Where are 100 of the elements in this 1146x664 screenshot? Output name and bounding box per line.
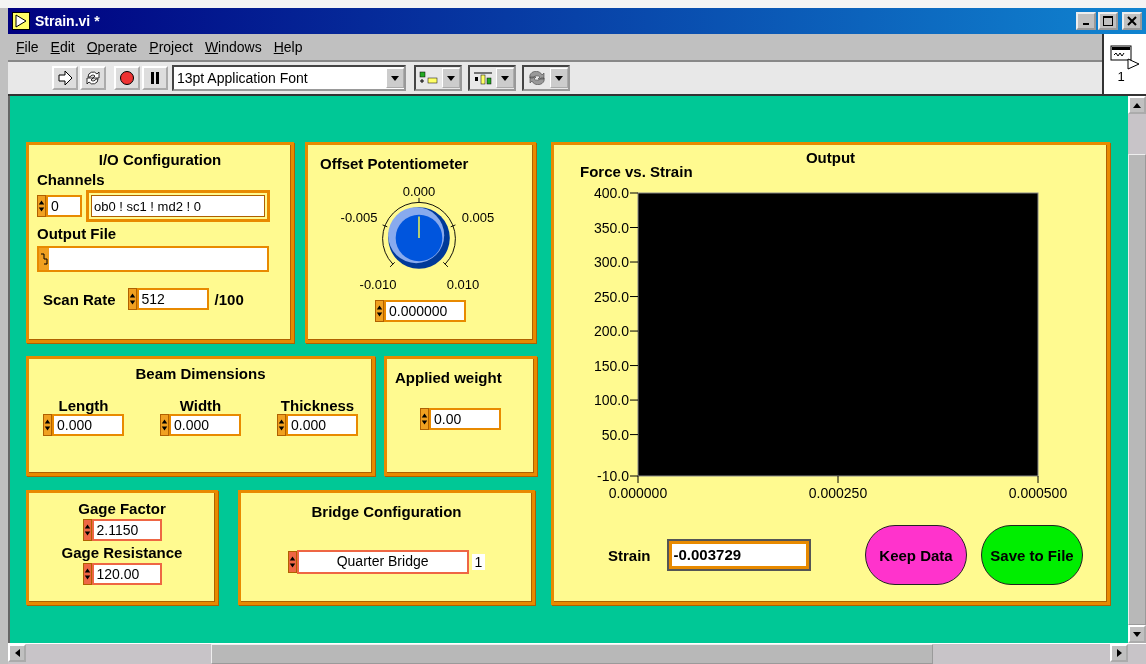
font-dropdown[interactable]: 13pt Application Font	[172, 65, 406, 91]
increment-arrows[interactable]	[82, 519, 92, 541]
field-label: Gage Factor	[78, 500, 166, 517]
strain-indicator: -0.003729	[666, 539, 811, 571]
numeric-field[interactable]: 120.00	[91, 563, 162, 585]
tick-label: 100.0	[593, 392, 629, 409]
menu-item[interactable]: Windows	[204, 39, 262, 55]
scale-label: 0.010	[446, 277, 480, 292]
numeric-field[interactable]: 0.000000	[384, 300, 466, 322]
tick-label: 0.000500	[1008, 485, 1068, 501]
menu-item[interactable]: Operate	[86, 39, 138, 55]
panel-title: Bridge Configuration	[310, 503, 463, 520]
ring-selector[interactable]: Quarter Bridge	[296, 550, 469, 574]
scale-label: 0.005	[461, 210, 495, 225]
scale-label: -0.010	[359, 277, 397, 292]
distribute-icon	[473, 71, 493, 85]
tick-label: 0.000000	[608, 485, 668, 501]
path-field[interactable]	[37, 246, 269, 272]
panel-title: Offset Potentiometer	[320, 155, 470, 172]
channel-field[interactable]: ob0 ! sc1 ! md2 ! 0	[86, 190, 270, 222]
menu-item[interactable]: Edit	[50, 39, 75, 55]
maximize-button[interactable]	[1098, 12, 1118, 30]
ring-index: 1	[471, 554, 486, 570]
align-icon	[419, 71, 439, 85]
up-arrow-icon[interactable]	[1133, 102, 1141, 108]
tick-label: 300.0	[593, 254, 629, 270]
increment-arrows[interactable]	[375, 300, 384, 322]
increment-arrows[interactable]	[287, 551, 297, 573]
align-dropdown[interactable]	[414, 65, 462, 91]
output-file-label: Output File	[37, 225, 118, 242]
run-continuously-button[interactable]	[80, 66, 106, 90]
vi-connector-icon[interactable]	[1110, 45, 1140, 71]
numeric-field[interactable]: 2.1150	[91, 519, 162, 541]
vi-icon	[12, 12, 30, 30]
tick-label: 350.0	[593, 219, 629, 236]
field-label: Thickness	[280, 397, 355, 414]
action-button[interactable]: Keep Data	[865, 525, 967, 585]
pause-button[interactable]	[142, 66, 168, 90]
tick-label: 50.0	[601, 426, 629, 443]
path-icon	[39, 248, 49, 270]
strain-label: Strain	[608, 546, 651, 564]
distribute-dropdown[interactable]	[468, 65, 516, 91]
increment-arrows[interactable]	[160, 414, 169, 436]
unit-label: /100	[214, 290, 244, 308]
increment-arrows[interactable]	[277, 414, 286, 436]
caret-icon	[391, 75, 399, 81]
close-button[interactable]	[1122, 12, 1142, 30]
numeric-field[interactable]: 0.000	[169, 414, 241, 436]
tick-label: -10.0	[597, 468, 629, 484]
down-arrow-icon[interactable]	[1133, 631, 1141, 637]
panel-title: Output	[804, 149, 857, 166]
panel-title: Applied weight	[395, 369, 503, 386]
panel-title: I/O Configuration	[97, 151, 223, 168]
numeric-field[interactable]: 0.000	[286, 414, 358, 436]
window-title: Strain.vi *	[35, 13, 100, 29]
chart-title: Force vs. Strain	[580, 163, 693, 180]
field-label: Width	[179, 397, 222, 414]
minimize-icon	[1083, 23, 1089, 25]
caret-icon	[501, 75, 509, 81]
increment-arrows[interactable]	[420, 408, 429, 430]
tick-label: 0.000250	[808, 485, 868, 501]
numeric-field[interactable]: 0	[46, 195, 82, 217]
menu-item[interactable]: Help	[273, 39, 303, 55]
tick-label: 250.0	[593, 288, 629, 305]
tick-label: 200.0	[593, 323, 629, 340]
maximize-icon	[1103, 16, 1113, 26]
horizontal-scrollbar[interactable]	[8, 643, 1146, 664]
connector-number: 1	[1117, 71, 1125, 83]
caret-icon	[447, 75, 455, 81]
run-button[interactable]	[52, 66, 78, 90]
cycle-arrows-icon	[85, 70, 101, 86]
scan-rate-label: Scan Rate	[43, 290, 116, 308]
channels-label: Channels	[37, 171, 106, 188]
numeric-field[interactable]: 0.00	[429, 408, 501, 430]
increment-arrows[interactable]	[37, 195, 46, 217]
reorder-dropdown[interactable]	[522, 65, 570, 91]
field-label: Length	[58, 397, 109, 414]
right-arrow-icon[interactable]	[1116, 649, 1122, 657]
numeric-field[interactable]: 512	[136, 288, 209, 310]
field-label: Gage Resistance	[61, 544, 183, 561]
menu-item[interactable]: File	[16, 39, 39, 55]
tick-label: 400.0	[593, 185, 629, 201]
stop-icon	[119, 70, 135, 86]
minimize-button[interactable]	[1076, 12, 1096, 30]
arrow-icon	[57, 70, 73, 86]
vertical-scrollbar[interactable]	[1128, 96, 1146, 643]
cycle-arrows-icon	[527, 71, 547, 85]
caret-icon	[555, 75, 563, 81]
action-button[interactable]: Save to File	[981, 525, 1083, 585]
increment-arrows[interactable]	[82, 563, 92, 585]
left-arrow-icon[interactable]	[14, 649, 20, 657]
close-icon	[1127, 16, 1137, 26]
scale-label: -0.005	[340, 210, 378, 225]
tick-label: 150.0	[593, 357, 629, 374]
abort-button[interactable]	[114, 66, 140, 90]
numeric-field[interactable]: 0.000	[52, 414, 124, 436]
increment-arrows[interactable]	[43, 414, 52, 436]
increment-arrows[interactable]	[127, 288, 137, 310]
menu-item[interactable]: Project	[149, 39, 193, 55]
panel-title: Beam Dimensions	[134, 365, 267, 382]
